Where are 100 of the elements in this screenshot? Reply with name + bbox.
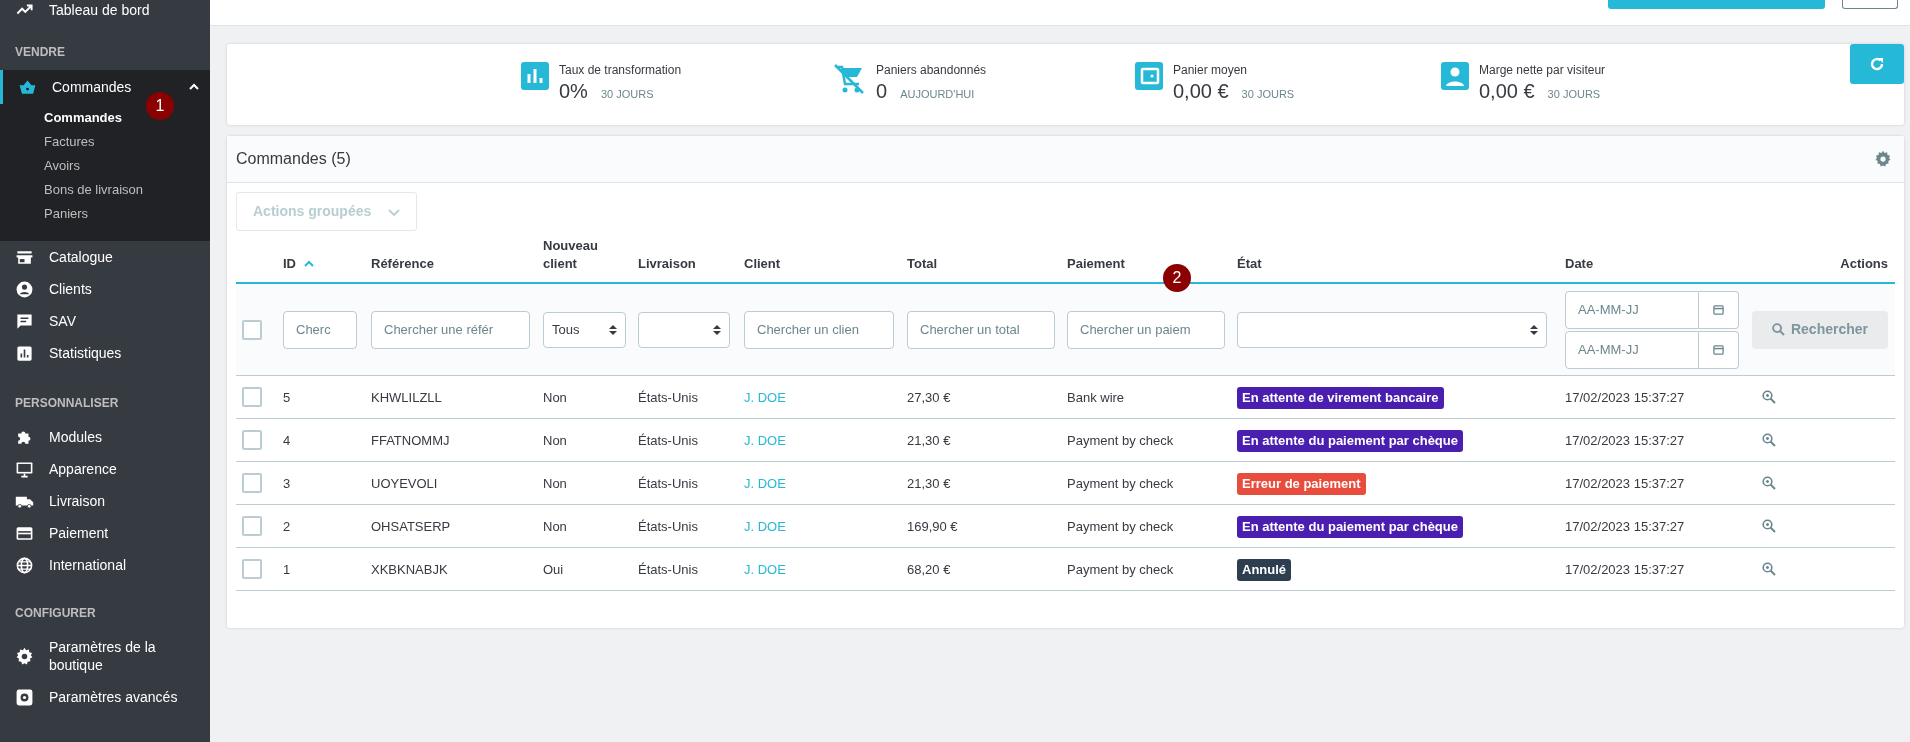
column-header[interactable]: Date <box>1565 255 1594 273</box>
search-icon <box>1771 323 1785 336</box>
table-cell: 17/02/2023 15:37:27 <box>1565 476 1685 491</box>
column-header[interactable]: ID <box>283 255 296 273</box>
table-cell: Non <box>543 519 567 534</box>
refresh-button[interactable] <box>1850 44 1904 84</box>
checkbox[interactable] <box>242 430 262 450</box>
status-badge: En attente du paiement par chèque <box>1237 430 1463 452</box>
kpi-label: Panier moyen <box>1173 62 1249 78</box>
search-icon[interactable] <box>1762 433 1776 447</box>
table-cell: 17/02/2023 15:37:27 <box>1565 562 1685 577</box>
table-cell: Non <box>543 390 567 405</box>
sidebar-item[interactable]: Clients <box>0 273 210 305</box>
updown-caret-icon <box>609 323 617 336</box>
checkbox[interactable] <box>242 516 262 536</box>
column-header[interactable]: Client <box>744 255 781 273</box>
submenu-item[interactable]: Bons de livraison <box>44 180 143 200</box>
column-header[interactable]: Nouveau client <box>543 237 613 273</box>
wallet-icon <box>1135 62 1163 90</box>
submenu-item[interactable]: Factures <box>44 132 95 152</box>
sidebar-item[interactable]: Statistiques <box>0 337 210 369</box>
table-cell: OHSATSERP <box>371 519 451 534</box>
search-icon[interactable] <box>1762 390 1776 404</box>
column-header[interactable]: Total <box>907 255 938 273</box>
table-cell: Payment by check <box>1067 562 1174 577</box>
table-cell: 17/02/2023 15:37:27 <box>1565 390 1685 405</box>
kpi-value: 0,00 € <box>1479 79 1535 104</box>
sidebar-item[interactable]: Livraison <box>0 485 210 517</box>
table-cell: UOYEVOLI <box>371 476 438 491</box>
filter-field[interactable]: Chercher un total <box>907 310 1055 349</box>
table-cell: Bank wire <box>1067 390 1125 405</box>
column-header[interactable]: Référence <box>371 255 434 273</box>
submenu-item[interactable]: Commandes <box>44 108 123 128</box>
table-cell: Payment by check <box>1067 433 1174 448</box>
table-cell: Oui <box>543 562 564 577</box>
date-field[interactable]: AA-MM-JJ <box>1565 330 1699 369</box>
table-cell: États-Unis <box>638 390 698 405</box>
table-cell: 5 <box>283 390 291 405</box>
search-icon[interactable] <box>1762 476 1776 490</box>
checkbox[interactable] <box>242 319 262 340</box>
kpi-period: 30 JOURS <box>600 87 654 102</box>
card-title: Commandes (5) <box>236 149 351 169</box>
sidebar-item[interactable]: Paramètres avancés <box>0 681 210 713</box>
sidebar-item[interactable]: SAV <box>0 305 210 337</box>
bar-chart-icon <box>15 343 34 363</box>
status-badge: En attente de virement bancaire <box>1237 387 1444 409</box>
column-header[interactable]: Livraison <box>638 255 696 273</box>
filter-select[interactable] <box>638 311 730 348</box>
calendar-icon[interactable] <box>1713 304 1724 315</box>
search-icon[interactable] <box>1762 519 1776 533</box>
table-cell: Payment by check <box>1067 519 1174 534</box>
kpi-value: 0 <box>876 79 888 104</box>
filter-field[interactable]: Chercher une référ <box>371 310 530 349</box>
filter-select[interactable] <box>1237 311 1547 348</box>
filter-field[interactable]: Chercher un clien <box>744 310 894 349</box>
sidebar-item[interactable]: Paiement <box>0 517 210 549</box>
table-cell: 1 <box>283 562 291 577</box>
table-cell: 21,30 € <box>907 476 951 491</box>
monitor-icon <box>15 459 34 479</box>
bar-chart-icon <box>521 62 549 90</box>
kpi-label: Taux de transformation <box>559 62 682 78</box>
status-badge: En attente du paiement par chèque <box>1237 516 1463 538</box>
sidebar-item[interactable]: Paramètres de la boutique <box>0 631 210 681</box>
user-icon <box>15 279 34 299</box>
sidebar-item[interactable]: Tableau de bord <box>49 0 150 19</box>
table-cell: 68,20 € <box>907 562 951 577</box>
table-cell: 17/02/2023 15:37:27 <box>1565 519 1685 534</box>
sidebar-item[interactable]: Apparence <box>0 453 210 485</box>
column-header[interactable]: État <box>1237 255 1262 273</box>
kpi-label: Paniers abandonnés <box>876 62 987 78</box>
date-field[interactable]: AA-MM-JJ <box>1565 290 1699 329</box>
submenu-item[interactable]: Paniers <box>44 204 89 224</box>
search-icon[interactable] <box>1762 562 1776 576</box>
table-cell: FFATNOMMJ <box>371 433 450 448</box>
header-button[interactable] <box>1842 0 1898 9</box>
filter-field[interactable]: Cherc <box>283 310 357 349</box>
table-cell: 21,30 € <box>907 433 951 448</box>
crossed-cart-icon <box>832 62 866 96</box>
calendar-icon[interactable] <box>1713 344 1724 355</box>
column-header[interactable]: Actions <box>1840 255 1888 273</box>
sidebar-item[interactable]: Modules <box>0 421 210 453</box>
updown-caret-icon <box>713 323 721 336</box>
sidebar-item[interactable]: Catalogue <box>0 241 210 273</box>
table-cell: États-Unis <box>638 519 698 534</box>
checkbox[interactable] <box>242 559 262 579</box>
sidebar-item[interactable]: International <box>0 549 210 581</box>
checkbox[interactable] <box>242 387 262 407</box>
filter-select[interactable]: Tous <box>543 311 626 348</box>
submenu-item[interactable]: Avoirs <box>44 156 80 176</box>
table-cell: Non <box>543 476 567 491</box>
kpi-period: AUJOURD'HUI <box>900 87 975 102</box>
settings-icon <box>15 646 34 666</box>
column-header[interactable]: Paiement <box>1067 255 1125 273</box>
chat-icon <box>15 311 34 331</box>
kpi-period: 30 JOURS <box>1547 87 1601 102</box>
table-cell: 27,30 € <box>907 390 951 405</box>
status-badge: Annulé <box>1237 559 1292 581</box>
settings-icon[interactable] <box>1874 150 1892 168</box>
filter-field[interactable]: Chercher un paiem <box>1067 310 1225 349</box>
checkbox[interactable] <box>242 473 262 493</box>
